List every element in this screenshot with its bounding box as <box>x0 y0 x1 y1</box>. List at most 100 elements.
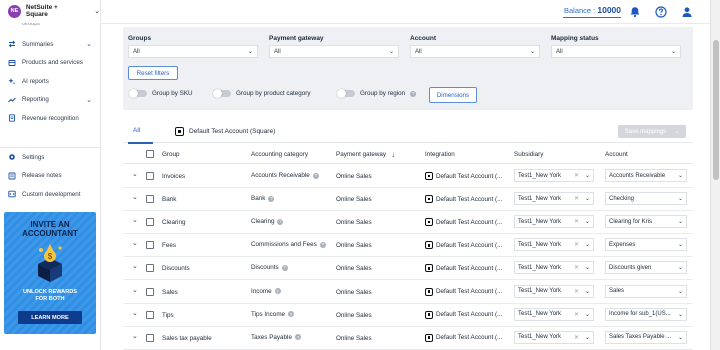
chevron-down-icon[interactable]: ⌄ <box>132 332 138 340</box>
page-scrollbar[interactable] <box>710 0 720 350</box>
column-group[interactable]: Group <box>162 151 180 158</box>
table-row[interactable]: ⌄ Invoices Accounts Receivable? Online Sale… <box>123 165 693 188</box>
sidebar-item-release-notes[interactable]: Release notes <box>0 167 101 186</box>
row-checkbox[interactable] <box>146 241 154 250</box>
help-circle-icon[interactable]: ? <box>281 264 288 271</box>
subsidiary-select[interactable]: Test1_New York ✕ ⌄ <box>514 284 594 298</box>
row-checkbox[interactable] <box>146 195 154 204</box>
learn-more-button[interactable]: LEARN MORE <box>18 311 82 324</box>
help-circle-icon[interactable]: ? <box>410 90 417 97</box>
clear-icon[interactable]: ✕ <box>574 241 579 248</box>
subsidiary-select[interactable]: Test1_New York ✕ ⌄ <box>514 261 594 275</box>
help-circle-icon[interactable]: ? <box>312 172 319 179</box>
sidebar-item-revenue-recognition[interactable]: Revenue recognition <box>0 109 101 128</box>
column-payment-gateway[interactable]: Payment gateway ↓ <box>336 150 395 159</box>
help-circle-icon[interactable]: ? <box>277 218 284 225</box>
checkbox[interactable] <box>146 172 154 180</box>
table-row[interactable]: ⌄ Discounts Discounts? Online Sales Default … <box>123 257 693 281</box>
chevron-down-icon[interactable]: ⌄ <box>94 7 100 15</box>
groups-select[interactable]: All ⌄ <box>128 45 258 58</box>
column-accounting-category[interactable]: Accounting category <box>251 151 308 158</box>
group-by-sku-toggle[interactable] <box>129 89 147 98</box>
user-icon[interactable] <box>681 6 693 18</box>
org-switcher[interactable]: NE NetSuite + Square ⌄ <box>0 0 100 22</box>
sort-down-icon[interactable]: ↓ <box>391 150 395 159</box>
chevron-down-icon[interactable]: ⌄ <box>132 216 138 224</box>
account-select[interactable]: Sales ⌄ <box>605 284 687 298</box>
table-row[interactable]: ⌄ Tips Tips Income? Online Sales Default Tes… <box>123 304 693 327</box>
table-row[interactable]: ⌄ Sales tax payable Taxes Payable? Online S… <box>123 327 693 350</box>
row-checkbox[interactable] <box>146 264 154 273</box>
row-checkbox[interactable] <box>146 218 154 227</box>
row-checkbox[interactable] <box>146 287 154 296</box>
dimensions-button[interactable]: Dimensions <box>429 87 477 103</box>
clear-icon[interactable]: ✕ <box>574 218 579 225</box>
chevron-down-icon[interactable]: ⌄ <box>132 262 138 270</box>
row-checkbox[interactable] <box>146 333 154 342</box>
help-circle-icon[interactable]: ? <box>319 241 326 248</box>
account-select[interactable]: Accounts Receivable ⌄ <box>605 169 687 182</box>
checkbox[interactable] <box>146 195 154 204</box>
table-row[interactable]: ⌄ Bank Bank? Online Sales Default Test Accou… <box>123 188 693 212</box>
table-row[interactable]: ⌄ Clearing Clearing? Online Sales Default Te… <box>123 211 693 235</box>
subsidiary-select[interactable]: Test1_New York ✕ ⌄ <box>514 215 594 229</box>
select-all-checkbox[interactable] <box>146 150 154 158</box>
help-icon[interactable] <box>655 6 667 18</box>
column-account[interactable]: Account <box>605 151 628 158</box>
bell-icon[interactable] <box>629 6 641 18</box>
chevron-down-icon[interactable]: ⌄ <box>132 239 138 247</box>
table-row[interactable]: ⌄ Fees Commissions and Fees? Online Sales De… <box>123 234 693 258</box>
checkbox[interactable] <box>146 310 154 319</box>
clear-icon[interactable]: ✕ <box>574 288 579 295</box>
sidebar-item-summaries[interactable]: Summaries ⌄ <box>0 35 101 54</box>
sidebar-item-custom-development[interactable]: Custom development <box>0 185 101 204</box>
row-checkbox[interactable] <box>146 310 154 319</box>
checkbox[interactable] <box>146 150 154 158</box>
chevron-down-icon[interactable]: ⌄ <box>132 286 138 294</box>
sidebar-item-products[interactable]: Products and services <box>0 54 101 73</box>
clear-icon[interactable]: ✕ <box>574 172 579 179</box>
account-select[interactable]: Checking ⌄ <box>605 192 687 206</box>
clear-icon[interactable]: ✕ <box>574 195 579 202</box>
scrollbar-thumb[interactable] <box>713 40 719 180</box>
row-checkbox[interactable] <box>146 172 154 180</box>
clear-icon[interactable]: ✕ <box>574 311 579 318</box>
mapping-status-select[interactable]: All ⌄ <box>551 45 681 58</box>
help-circle-icon[interactable]: ? <box>288 311 295 318</box>
sidebar-item-groups-clipped[interactable]: Groups <box>22 23 40 27</box>
checkbox[interactable] <box>146 241 154 250</box>
clear-icon[interactable]: ✕ <box>574 264 579 271</box>
account-select[interactable]: Expenses ⌄ <box>605 238 687 252</box>
group-by-region-toggle[interactable] <box>337 89 355 98</box>
subsidiary-select[interactable]: Test1_New York ✕ ⌄ <box>514 238 594 252</box>
help-circle-icon[interactable]: ? <box>274 288 281 294</box>
save-mappings-button[interactable]: Save mappings ⌄ <box>618 125 686 138</box>
subsidiary-select[interactable]: Test1_New York ✕ ⌄ <box>514 192 594 206</box>
group-by-category-toggle[interactable] <box>213 89 231 98</box>
subsidiary-select[interactable]: Test1_New York ✕ ⌄ <box>514 169 594 182</box>
reset-filters-button[interactable]: Reset filters <box>128 66 178 80</box>
chevron-down-icon[interactable]: ⌄ <box>132 309 138 317</box>
clear-icon[interactable]: ✕ <box>574 334 579 341</box>
help-circle-icon[interactable]: ? <box>294 334 301 341</box>
sidebar-item-reporting[interactable]: Reporting ⌄ <box>0 91 101 110</box>
chevron-down-icon[interactable]: ⌄ <box>132 170 138 178</box>
sidebar-item-ai-reports[interactable]: AI reports <box>0 72 101 91</box>
column-subsidiary[interactable]: Subsidiary <box>514 151 543 158</box>
account-select[interactable]: Sales Taxes Payable ... ⌄ <box>605 330 687 344</box>
checkbox[interactable] <box>146 333 154 342</box>
checkbox[interactable] <box>146 287 154 296</box>
invite-accountant-banner[interactable]: INVITE AN ACCOUNTANT $ UNLOCK REWARDS FO… <box>4 212 96 334</box>
tab-all[interactable]: All <box>133 127 140 134</box>
subsidiary-select[interactable]: Test1_New York ✕ ⌄ <box>514 330 594 344</box>
account-select[interactable]: Discounts given ⌄ <box>605 261 687 275</box>
tab-default-test-account[interactable]: Default Test Account (Square) <box>175 127 275 136</box>
column-integration[interactable]: Integration <box>425 151 455 158</box>
payment-gateway-select[interactable]: All ⌄ <box>269 45 399 58</box>
subsidiary-select[interactable]: Test1_New York ✕ ⌄ <box>514 307 594 321</box>
account-select[interactable]: Clearing for Kris ⌄ <box>605 215 687 229</box>
checkbox[interactable] <box>146 264 154 273</box>
sidebar-item-settings[interactable]: Settings <box>0 148 101 167</box>
help-circle-icon[interactable]: ? <box>268 195 275 202</box>
checkbox[interactable] <box>146 218 154 227</box>
